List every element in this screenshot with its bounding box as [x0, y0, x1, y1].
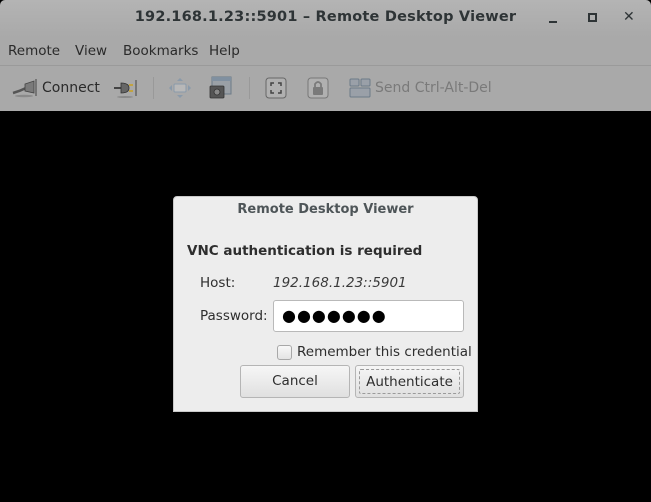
send-ctrl-alt-del-button[interactable]: Send Ctrl-Alt-Del — [349, 75, 492, 101]
menu-view[interactable]: View — [75, 43, 107, 59]
remember-checkbox[interactable] — [277, 345, 292, 360]
close-button[interactable]: ✕ — [623, 9, 639, 25]
auth-dialog: Remote Desktop Viewer VNC authentication… — [173, 196, 478, 412]
disconnect-button[interactable] — [113, 75, 139, 101]
connect-label: Connect — [42, 80, 100, 96]
send-ctrl-alt-del-label: Send Ctrl-Alt-Del — [375, 80, 492, 96]
fullscreen-button[interactable] — [265, 75, 287, 101]
host-label: Host: — [200, 275, 236, 291]
authenticate-button[interactable]: Authenticate — [355, 365, 464, 398]
send-keys-icon — [349, 78, 371, 98]
scroll-icon — [169, 78, 191, 98]
host-value: 192.168.1.23::5901 — [273, 275, 407, 291]
toolbar-separator — [249, 77, 250, 99]
password-input[interactable]: ●●●●●●● — [273, 300, 464, 332]
remember-label[interactable]: Remember this credential — [297, 344, 472, 360]
dialog-heading: VNC authentication is required — [187, 243, 423, 259]
password-label: Password: — [200, 308, 268, 324]
minimize-button[interactable] — [547, 10, 563, 26]
scroll-button[interactable] — [168, 75, 192, 101]
disconnect-plug-icon — [114, 80, 137, 98]
maximize-button[interactable] — [586, 10, 602, 26]
toolbar: Connect Send Ctrl-Alt-Del — [0, 66, 651, 111]
keyboard-lock-button[interactable] — [307, 75, 329, 101]
connect-plug-icon — [12, 79, 37, 98]
keyboard-lock-icon — [307, 77, 329, 99]
dialog-title: Remote Desktop Viewer — [237, 202, 414, 217]
menu-bookmarks[interactable]: Bookmarks — [123, 43, 198, 59]
screenshot-icon — [209, 76, 232, 99]
menu-remote[interactable]: Remote — [8, 43, 60, 59]
fullscreen-icon — [265, 77, 287, 99]
menubar: Remote View Bookmarks Help — [0, 37, 651, 66]
menu-help[interactable]: Help — [209, 43, 240, 59]
connect-button[interactable]: Connect — [12, 75, 100, 101]
authenticate-label: Authenticate — [359, 369, 460, 394]
cancel-button[interactable]: Cancel — [240, 365, 350, 398]
toolbar-separator — [153, 77, 154, 99]
screenshot-button[interactable] — [209, 75, 233, 101]
window-titlebar[interactable]: 192.168.1.23::5901 – Remote Desktop View… — [0, 0, 651, 37]
